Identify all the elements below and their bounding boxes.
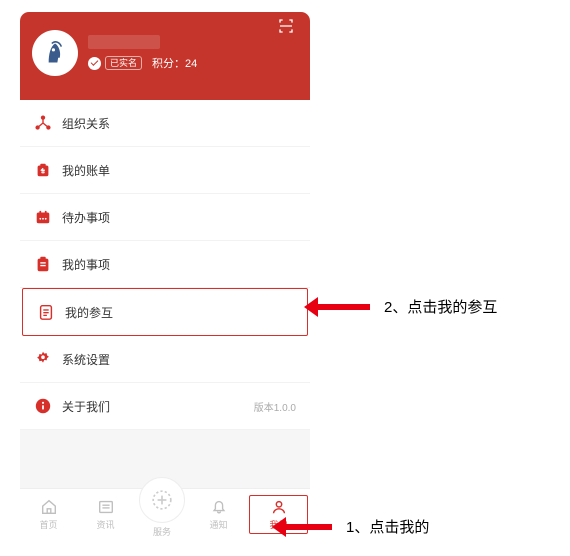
menu-item-org[interactable]: 组织关系 — [20, 100, 310, 147]
menu-item-label: 我的参互 — [65, 304, 113, 321]
nav-label: 通知 — [209, 518, 227, 531]
nav-notice[interactable]: 通知 — [190, 498, 247, 531]
org-icon — [34, 114, 52, 132]
mine-icon — [270, 498, 288, 516]
menu-item-label: 关于我们 — [62, 398, 110, 415]
todo-icon — [34, 208, 52, 226]
menu-item-settings[interactable]: 系统设置 — [20, 336, 310, 383]
clipboard-icon — [34, 255, 52, 273]
gear-icon — [34, 350, 52, 368]
profile-header: 已实名 积分：24 — [20, 12, 310, 100]
nav-label: 首页 — [39, 518, 57, 531]
plus-icon — [139, 477, 185, 523]
arrow-icon — [316, 304, 370, 310]
menu-item-label: 我的事项 — [62, 256, 110, 273]
home-icon — [40, 498, 58, 516]
menu-item-bill[interactable]: 我的账单 — [20, 147, 310, 194]
nav-label: 资讯 — [96, 518, 114, 531]
bottom-nav: 首页 资讯 服务 通知 — [20, 488, 310, 540]
realname-pill: 已实名 — [105, 56, 142, 70]
nav-home[interactable]: 首页 — [20, 498, 77, 531]
user-name-placeholder — [88, 35, 160, 49]
menu-item-about[interactable]: 关于我们 版本1.0.0 — [20, 383, 310, 430]
nav-news[interactable]: 资讯 — [77, 498, 134, 531]
menu-item-myitem[interactable]: 我的事项 — [20, 241, 310, 288]
news-icon — [97, 498, 115, 516]
menu-list: 组织关系 我的账单 待办事项 我的事项 — [20, 100, 310, 430]
info-icon — [34, 397, 52, 415]
canhui-icon — [37, 303, 55, 321]
menu-item-label: 系统设置 — [62, 351, 110, 368]
menu-item-label: 组织关系 — [62, 115, 110, 132]
verified-check-icon — [88, 57, 101, 70]
avatar[interactable] — [32, 30, 78, 76]
annotation-step2: 2、点击我的参互 — [316, 296, 497, 317]
arrow-icon — [284, 524, 332, 530]
annotation-step1: 1、点击我的 — [284, 516, 429, 537]
version-label: 版本1.0.0 — [254, 399, 296, 414]
bill-icon — [34, 161, 52, 179]
scan-icon[interactable] — [278, 18, 294, 34]
menu-item-label: 我的账单 — [62, 162, 110, 179]
bell-icon — [210, 498, 228, 516]
annotation-text: 2、点击我的参互 — [384, 296, 497, 317]
menu-item-label: 待办事项 — [62, 209, 110, 226]
points-label: 积分：24 — [152, 55, 197, 71]
menu-item-canhui[interactable]: 我的参互 — [22, 288, 308, 336]
nav-label: 服务 — [153, 525, 171, 538]
menu-item-todo[interactable]: 待办事项 — [20, 194, 310, 241]
nav-service[interactable]: 服务 — [134, 491, 190, 538]
annotation-text: 1、点击我的 — [346, 516, 429, 537]
